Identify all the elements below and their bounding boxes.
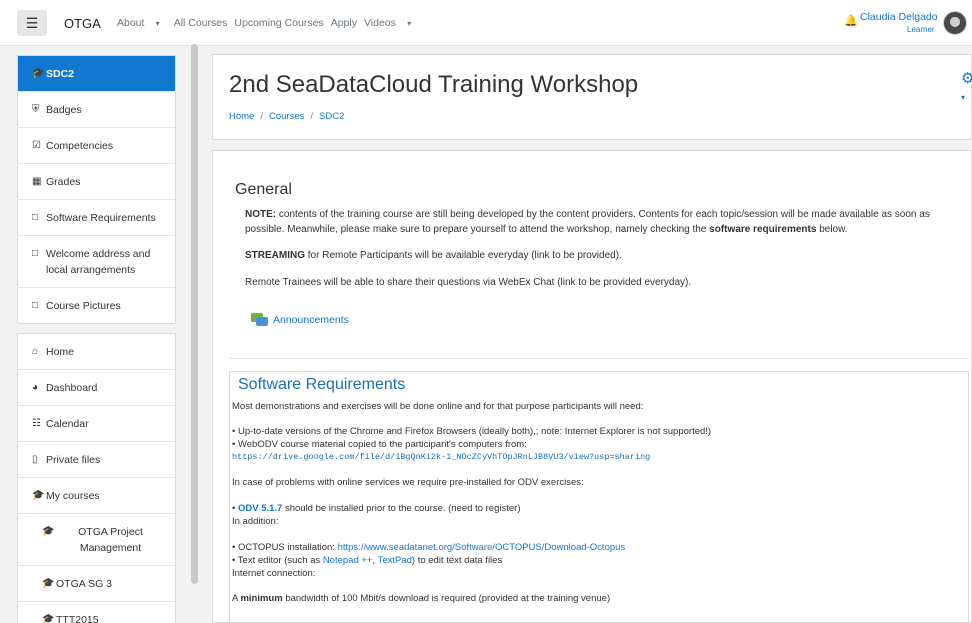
page-title: 2nd SeaDataCloud Training Workshop: [229, 71, 639, 98]
graduation-cap-icon: 🎓: [32, 490, 45, 501]
sidebar-item-grades[interactable]: ▦ Grades: [18, 164, 175, 200]
caret-down-icon: ▾: [153, 19, 160, 28]
avatar[interactable]: [943, 11, 967, 35]
nav-all-courses[interactable]: All Courses: [174, 17, 228, 29]
sidebar-item-course-pictures[interactable]: □ Course Pictures: [18, 288, 175, 323]
sidebar-item-dashboard[interactable]: ◕ Dashboard: [18, 370, 175, 406]
caret-down-icon: ▾: [404, 19, 412, 28]
remote-paragraph: Remote Trainees will be able to share th…: [245, 277, 692, 288]
top-navbar: ☰ OTGA About ▾ All Courses Upcoming Cour…: [0, 0, 972, 46]
sidebar-item-otga-sg3[interactable]: 🎓 OTGA SG 3: [18, 566, 175, 602]
breadcrumb-sdc2[interactable]: SDC2: [319, 111, 344, 122]
course-content: General NOTE: contents of the training c…: [212, 150, 972, 623]
user-name[interactable]: Claudia Delgado: [860, 11, 938, 23]
sidebar-item-badges[interactable]: ⛨ Badges: [18, 92, 175, 128]
sidebar-item-welcome-address[interactable]: □ Welcome address and local arrangements: [18, 236, 175, 288]
section-divider: [229, 358, 969, 359]
page-header: 2nd SeaDataCloud Training Workshop Home /…: [212, 54, 972, 140]
drive-link[interactable]: https://drive.google.com/file/d/1BgQnKi2…: [232, 451, 968, 464]
software-requirements-section: Software Requirements Most demonstration…: [229, 371, 969, 622]
notepad-link[interactable]: Notepad ++: [323, 555, 373, 566]
nav-about[interactable]: About ▾: [117, 17, 167, 29]
hamburger-icon[interactable]: ☰: [17, 10, 47, 36]
software-requirements-title: Software Requirements: [238, 376, 406, 393]
top-nav: About ▾ All Courses Upcoming Courses App…: [117, 17, 425, 29]
table-icon: ▦: [32, 176, 42, 187]
section-general-title: General: [235, 181, 292, 198]
note-paragraph: NOTE: contents of the training course ar…: [245, 209, 930, 235]
folder-icon: □: [32, 248, 39, 259]
graduation-cap-icon: 🎓: [42, 614, 55, 623]
shield-icon: ⛨: [32, 104, 40, 115]
sw-bandwidth: A minimum bandwidth of 100 Mbit/s downlo…: [232, 593, 611, 604]
octopus-link[interactable]: https://www.seadatanet.org/Software/OCTO…: [338, 542, 626, 553]
sidebar-item-competencies[interactable]: ☑ Competencies: [18, 128, 175, 164]
bell-icon[interactable]: 🔔: [844, 14, 858, 27]
gear-icon[interactable]: ⚙ ▾: [961, 69, 972, 104]
textpad-link[interactable]: TextPad: [378, 555, 412, 566]
sidebar-item-otga-project-management[interactable]: 🎓 OTGA Project Management: [18, 514, 175, 566]
sw-odv: • ODV 5.1.7 should be installed prior to…: [232, 503, 521, 514]
site-brand[interactable]: OTGA: [64, 16, 101, 31]
sw-intro: Most demonstrations and exercises will b…: [232, 401, 644, 412]
sw-internet: Internet connection:: [232, 568, 316, 579]
sw-bullet-webodv: • WebODV course material copied to the p…: [232, 439, 527, 450]
sw-in-addition: In addition:: [232, 516, 279, 527]
sidebar-item-ttt2015[interactable]: 🎓 TTT2015: [18, 602, 175, 623]
folder-icon: □: [32, 300, 39, 311]
folder-icon: □: [32, 212, 39, 223]
dashboard-icon: ◕: [32, 382, 39, 393]
sw-octopus: • OCTOPUS installation: https://www.sead…: [232, 542, 626, 553]
odv-link[interactable]: ODV 5.1.7: [238, 503, 282, 514]
sidebar-item-private-files[interactable]: ▯ Private files: [18, 442, 175, 478]
home-icon: ⌂: [32, 346, 39, 357]
nav-apply[interactable]: Apply: [331, 17, 357, 29]
sw-problems: In case of problems with online services…: [232, 477, 584, 488]
breadcrumb-courses[interactable]: Courses: [269, 111, 304, 122]
calendar-icon: ☷: [32, 418, 41, 429]
course-nav-block: 🎓 SDC2 ⛨ Badges ☑ Competencies ▦ Grades □ Sof…: [17, 55, 176, 324]
sidebar-item-home[interactable]: ⌂ Home: [18, 334, 175, 370]
breadcrumb: Home / Courses / SDC2: [229, 111, 345, 122]
streaming-paragraph: STREAMING for Remote Participants will b…: [245, 250, 622, 261]
sidebar-scrollbar[interactable]: [191, 44, 198, 584]
site-nav-block: ⌂ Home ◕ Dashboard ☷ Calendar ▯ Private file…: [17, 333, 176, 623]
sw-bullet-browsers: • Up-to-date versions of the Chrome and …: [232, 426, 712, 437]
nav-upcoming-courses[interactable]: Upcoming Courses: [234, 17, 323, 29]
checkbox-icon: ☑: [32, 140, 41, 151]
sidebar-item-sdc2[interactable]: 🎓 SDC2: [18, 56, 175, 92]
sw-editor: • Text editor (such as Notepad ++, TextP…: [232, 555, 503, 566]
sidebar-item-software-requirements[interactable]: □ Software Requirements: [18, 200, 175, 236]
graduation-cap-icon: 🎓: [42, 526, 55, 537]
forum-icon: [251, 313, 269, 327]
sidebar: 🎓 SDC2 ⛨ Badges ☑ Competencies ▦ Grades □ Sof…: [17, 55, 176, 623]
breadcrumb-home[interactable]: Home: [229, 111, 254, 122]
sidebar-item-calendar[interactable]: ☷ Calendar: [18, 406, 175, 442]
graduation-cap-icon: 🎓: [42, 578, 55, 589]
user-role: Learner: [907, 25, 935, 34]
file-icon: ▯: [32, 454, 38, 465]
graduation-cap-icon: 🎓: [32, 68, 45, 79]
nav-videos[interactable]: Videos ▾: [364, 17, 418, 29]
sidebar-item-my-courses[interactable]: 🎓 My courses: [18, 478, 175, 514]
announcements-link[interactable]: Announcements: [251, 313, 349, 327]
